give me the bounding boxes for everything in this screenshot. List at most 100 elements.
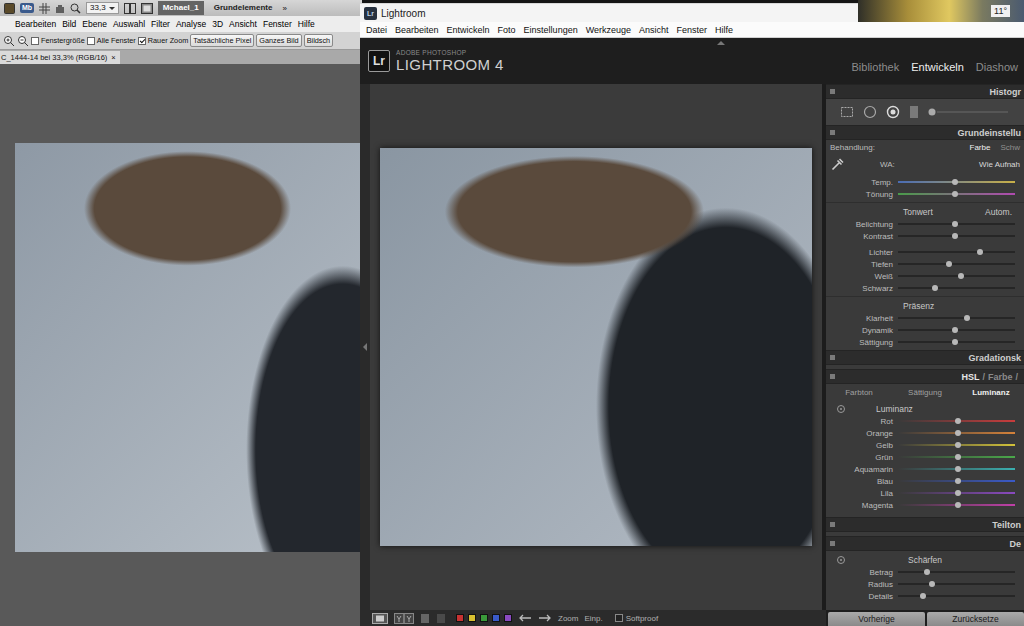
zoom-out-icon[interactable] <box>17 35 29 47</box>
dropdown-arrow-icon[interactable] <box>109 7 115 10</box>
module-tab[interactable]: Diashow <box>970 61 1024 73</box>
menu-item[interactable]: Ebene <box>79 19 110 29</box>
slider-thumb[interactable] <box>977 249 983 255</box>
treatment-option[interactable]: Farbe <box>970 143 991 152</box>
color-label[interactable] <box>480 614 488 622</box>
slider-thumb[interactable] <box>955 478 961 484</box>
white-balance-value[interactable]: Wie Aufnah <box>979 160 1020 169</box>
previous-arrow-icon[interactable] <box>518 613 532 623</box>
slider-thumb[interactable] <box>964 315 970 321</box>
menu-item[interactable]: 3D <box>209 19 226 29</box>
lightroom-window[interactable]: LrLightroomDateiBearbeitenEntwickelnFoto… <box>360 3 1024 626</box>
menu-item[interactable]: Fenster <box>260 19 295 29</box>
slider-thumb[interactable] <box>946 261 952 267</box>
slider-track[interactable] <box>898 463 1015 475</box>
slider-track[interactable] <box>898 336 1015 348</box>
slider-thumb[interactable] <box>952 191 958 197</box>
flag-rejected-icon[interactable] <box>436 613 446 624</box>
grid-icon[interactable] <box>39 3 50 14</box>
workspace-tab[interactable]: Grundelemente <box>209 1 278 15</box>
slider-track[interactable] <box>898 188 1015 200</box>
collapse-top-icon[interactable] <box>717 41 725 45</box>
slider-thumb[interactable] <box>952 221 958 227</box>
menu-item[interactable]: Auswahl <box>110 19 148 29</box>
checkbox[interactable] <box>615 614 623 622</box>
hsl-mode[interactable]: HSL <box>961 372 979 382</box>
hsl-tab[interactable]: Luminanz <box>958 388 1024 397</box>
brush-icon[interactable] <box>928 107 1008 117</box>
before-after-icon[interactable] <box>394 613 414 624</box>
slider-track[interactable] <box>898 230 1015 242</box>
slider-track[interactable] <box>898 566 1015 578</box>
loupe-view-icon[interactable] <box>372 613 388 624</box>
workspace-tab[interactable]: Mchael_1 <box>158 1 204 15</box>
slider-track[interactable] <box>898 246 1015 258</box>
slider-thumb[interactable] <box>924 569 930 575</box>
expand-left-icon[interactable] <box>363 343 367 351</box>
slider-track[interactable] <box>898 415 1015 427</box>
slider-thumb[interactable] <box>952 179 958 185</box>
treatment-option[interactable]: Schw <box>1000 143 1020 152</box>
slider-track[interactable] <box>898 487 1015 499</box>
arrange-icon[interactable] <box>124 3 136 14</box>
option-button[interactable]: Bildsch <box>304 34 334 47</box>
slider-track[interactable] <box>898 499 1015 511</box>
slider-thumb[interactable] <box>955 430 961 436</box>
menu-item[interactable]: Foto <box>494 25 520 35</box>
slider-thumb[interactable] <box>932 285 938 291</box>
menu-item[interactable]: Filter <box>148 19 173 29</box>
checkbox[interactable] <box>138 37 146 45</box>
auto-button[interactable]: Autom. <box>985 207 1012 217</box>
slider-track[interactable] <box>898 176 1015 188</box>
menu-item[interactable]: Entwickeln <box>443 25 494 35</box>
slider-track[interactable] <box>898 590 1015 602</box>
menu-item[interactable]: Bild <box>59 19 79 29</box>
option-checkbox[interactable]: Alle Fenster <box>87 36 136 45</box>
slider-thumb[interactable] <box>952 327 958 333</box>
slider-track[interactable] <box>898 578 1015 590</box>
spot-removal-icon[interactable] <box>863 105 877 119</box>
left-panel-strip[interactable] <box>360 84 370 610</box>
slider-thumb[interactable] <box>955 418 961 424</box>
crop-icon[interactable] <box>840 106 854 118</box>
sharpen-target-icon[interactable] <box>836 555 846 565</box>
menu-item[interactable]: Bearbeiten <box>12 19 59 29</box>
mini-bridge-button[interactable]: Mb <box>20 3 34 13</box>
graduated-filter-icon[interactable] <box>909 105 919 119</box>
slider-track[interactable] <box>898 258 1015 270</box>
flag-icon[interactable] <box>420 613 430 624</box>
slider-track[interactable] <box>898 475 1015 487</box>
menu-item[interactable]: Hilfe <box>295 19 318 29</box>
option-checkbox[interactable]: Rauer Zoom <box>138 36 189 45</box>
option-checkbox[interactable]: Fenstergröße <box>31 36 85 45</box>
menu-item[interactable]: Analyse <box>173 19 209 29</box>
module-tab[interactable]: Entwickeln <box>905 61 970 73</box>
next-arrow-icon[interactable] <box>538 613 552 623</box>
slider-thumb[interactable] <box>952 233 958 239</box>
menu-item[interactable]: Ansicht <box>635 25 673 35</box>
slider-track[interactable] <box>898 427 1015 439</box>
slider-thumb[interactable] <box>955 490 961 496</box>
option-button[interactable]: Tatsächliche Pixel <box>190 34 254 47</box>
photoshop-window[interactable]: Mb33,3Mchael_1Grundelemente»BearbeitenBi… <box>0 0 362 626</box>
slider-thumb[interactable] <box>955 442 961 448</box>
slider-track[interactable] <box>898 218 1015 230</box>
panel-header[interactable]: Gradationsk <box>826 350 1024 365</box>
hsl-tab[interactable]: Farbton <box>826 388 892 397</box>
slider-track[interactable] <box>898 451 1015 463</box>
slider-track[interactable] <box>898 270 1015 282</box>
menu-item[interactable]: Fenster <box>673 25 712 35</box>
menu-item[interactable]: Bearbeiten <box>391 25 443 35</box>
slider-track[interactable] <box>898 282 1015 294</box>
module-tab[interactable]: Bibliothek <box>846 61 906 73</box>
fit-option[interactable]: Einp. <box>584 614 602 623</box>
menu-item[interactable]: Hilfe <box>711 25 737 35</box>
color-label[interactable] <box>492 614 500 622</box>
zoom-in-icon[interactable] <box>3 35 15 47</box>
panel-header[interactable]: Teilton <box>826 517 1024 532</box>
slider-thumb[interactable] <box>929 581 935 587</box>
close-button[interactable]: × <box>111 53 115 62</box>
hsl-mode[interactable]: Farbe <box>988 372 1013 382</box>
slider-thumb[interactable] <box>955 454 961 460</box>
slider-track[interactable] <box>898 439 1015 451</box>
